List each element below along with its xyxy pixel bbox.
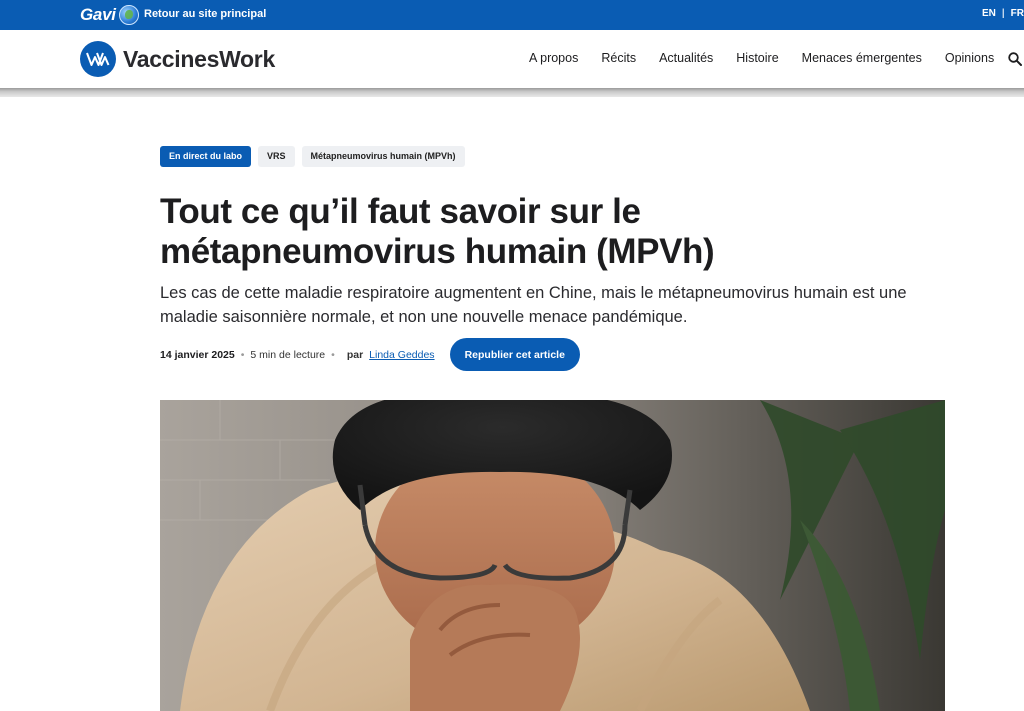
vw-logo-icon <box>80 41 116 77</box>
header-divider <box>0 88 1024 97</box>
meta-separator-dot: • <box>240 348 245 361</box>
search-icon[interactable] <box>1008 52 1022 66</box>
vaccineswork-logo[interactable]: VaccinesWork <box>80 41 275 77</box>
lang-separator: | <box>1001 8 1005 19</box>
site-header: VaccinesWork A propos Récits Actualités … <box>0 30 1024 88</box>
gavi-logo-text: Gavi <box>80 5 116 24</box>
article-meta: 14 janvier 2025 • 5 min de lecture • par… <box>160 338 580 371</box>
tag-mpvh[interactable]: Métapneumovirus humain (MPVh) <box>301 146 465 167</box>
gavi-topbar: Gavi Retour au site principal EN | FR <box>0 0 1024 30</box>
nav-item-actualites[interactable]: Actualités <box>659 51 713 65</box>
back-to-main-site-link[interactable]: Retour au site principal <box>144 8 266 20</box>
article-subtitle: Les cas de cette maladie respiratoire au… <box>160 284 907 326</box>
hero-image <box>160 400 945 711</box>
tag-en-direct-du-labo[interactable]: En direct du labo <box>160 146 252 167</box>
nav-item-menaces-emergentes[interactable]: Menaces émergentes <box>802 51 922 65</box>
nav-item-opinions[interactable]: Opinions <box>945 51 994 65</box>
nav-item-recits[interactable]: Récits <box>601 51 636 65</box>
language-switcher: EN | FR <box>982 8 1024 19</box>
nav-item-a-propos[interactable]: A propos <box>529 51 578 65</box>
reading-time: 5 min de lecture <box>250 348 326 361</box>
republish-button[interactable]: Republier cet article <box>449 338 580 371</box>
gavi-logo[interactable]: Gavi <box>80 4 139 26</box>
by-label: par <box>346 348 364 361</box>
author-link[interactable]: Linda Geddes <box>369 349 434 361</box>
meta-separator-dot: • <box>331 348 335 361</box>
article-tags: En direct du labo VRS Métapneumovirus hu… <box>160 146 465 167</box>
publish-date: 14 janvier 2025 <box>160 348 235 361</box>
tag-vrs[interactable]: VRS <box>258 146 295 167</box>
lang-fr-link[interactable]: FR <box>1011 8 1024 19</box>
globe-icon <box>118 5 139 25</box>
main-nav: A propos Récits Actualités Histoire Mena… <box>529 51 1017 65</box>
article-title: Tout ce qu’il faut savoir sur le métapne… <box>160 192 715 271</box>
lang-en-link[interactable]: EN <box>982 8 996 19</box>
nav-item-histoire[interactable]: Histoire <box>736 51 778 65</box>
brand-name: VaccinesWork <box>123 45 275 72</box>
